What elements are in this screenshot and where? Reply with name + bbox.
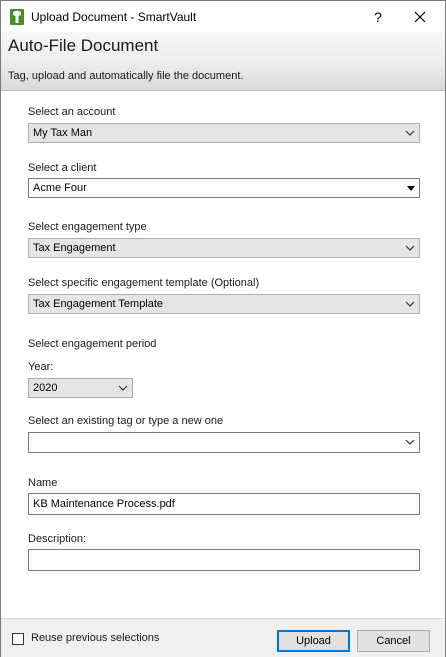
name-label: Name [28, 477, 58, 489]
window-title: Upload Document - SmartVault [31, 10, 197, 24]
description-input[interactable] [29, 550, 419, 570]
engagement-template-label: Select specific engagement template (Opt… [28, 277, 260, 289]
tag-combobox[interactable] [28, 432, 420, 453]
dropdown-arrow-icon [407, 186, 415, 191]
close-icon [414, 11, 426, 23]
engagement-type-label: Select engagement type [28, 221, 147, 233]
description-field[interactable] [28, 549, 420, 571]
account-value: My Tax Man [33, 127, 93, 139]
reuse-selections-label[interactable]: Reuse previous selections [31, 632, 159, 644]
engagement-template-select[interactable]: Tax Engagement Template [28, 294, 420, 314]
engagement-type-value: Tax Engagement [33, 242, 116, 254]
reuse-selections-checkbox[interactable] [12, 633, 24, 645]
name-input[interactable] [29, 494, 419, 514]
client-select[interactable]: Acme Four [28, 178, 420, 198]
chevron-down-icon [405, 301, 415, 307]
engagement-template-value: Tax Engagement Template [33, 298, 164, 310]
chevron-down-icon [405, 245, 415, 251]
smartvault-logo-icon [10, 9, 24, 25]
account-label: Select an account [28, 106, 116, 118]
tag-label: Select an existing tag or type a new one [28, 415, 224, 427]
upload-document-dialog: Upload Document - SmartVault ? Auto-File… [0, 0, 446, 657]
client-value: Acme Four [33, 182, 87, 194]
page-subtitle: Tag, upload and automatically file the d… [8, 70, 244, 82]
account-select[interactable]: My Tax Man [28, 123, 420, 143]
year-value: 2020 [33, 382, 58, 394]
close-button[interactable] [403, 6, 437, 28]
chevron-down-icon [118, 385, 128, 391]
title-bar: Upload Document - SmartVault ? [1, 1, 445, 32]
dialog-header: Auto-File Document Tag, upload and autom… [1, 32, 445, 91]
dialog-footer: Reuse previous selections Upload Cancel [1, 618, 445, 657]
description-label: Description: [28, 533, 87, 545]
engagement-period-label: Select engagement period [28, 338, 157, 350]
client-label: Select a client [28, 162, 97, 174]
cancel-button[interactable]: Cancel [357, 630, 430, 652]
page-title: Auto-File Document [8, 36, 159, 55]
year-select[interactable]: 2020 [28, 378, 133, 398]
upload-button[interactable]: Upload [277, 630, 350, 652]
year-label: Year: [28, 361, 54, 373]
chevron-down-icon [405, 439, 415, 445]
name-field[interactable] [28, 493, 420, 515]
engagement-type-select[interactable]: Tax Engagement [28, 238, 420, 258]
help-button[interactable]: ? [365, 6, 391, 28]
form-panel: Select an account My Tax Man Select a cl… [2, 92, 443, 617]
chevron-down-icon [405, 130, 415, 136]
